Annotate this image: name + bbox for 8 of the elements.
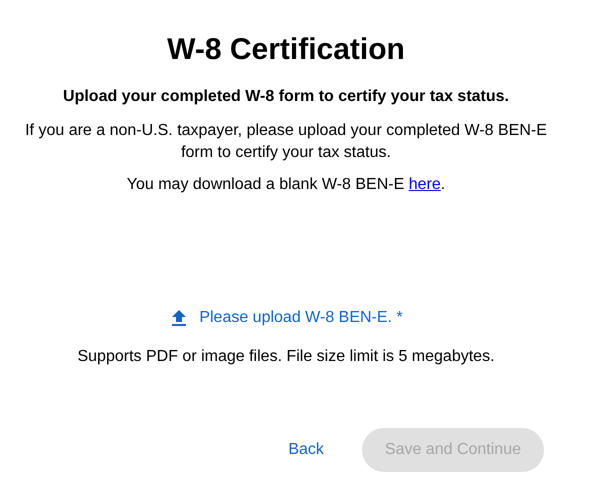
back-button[interactable]: Back [280,433,332,467]
download-link[interactable]: here [408,176,441,193]
download-text: You may download a blank W-8 BEN-E here. [126,175,446,195]
page-title: W-8 Certification [167,32,405,68]
subtitle: Upload your completed W-8 form to certify your tax status. [63,87,509,107]
file-hint: Supports PDF or image files. File size limit is 5 megabytes. [77,347,495,367]
description: If you are a non-U.S. taxpayer, please upload your completed W-8 BEN-E form to certify your tax status. [24,121,548,163]
upload-button[interactable]: Please upload W-8 BEN-E. * [169,308,403,328]
